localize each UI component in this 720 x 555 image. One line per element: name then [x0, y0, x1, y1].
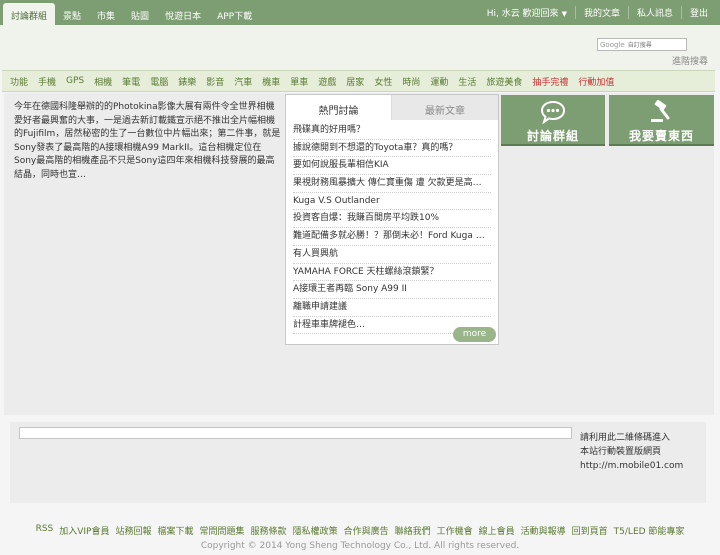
- category-item[interactable]: 遊戲: [318, 75, 336, 88]
- qr-note-line: 本站行動裝置版網頁: [580, 447, 662, 457]
- copyright: Copyright © 2014 Yong Sheng Technology C…: [200, 541, 520, 551]
- user-menu: Hi, 水云 歡迎回來 ▼ 我的文章 私人訊息 登出: [479, 0, 716, 25]
- qr-note: 請利用此二維條碼進入 本站行動裝置版網頁 http://m.mobile01.c…: [580, 431, 700, 473]
- top-nav-market[interactable]: 市集: [89, 3, 123, 25]
- lower-panel: 請利用此二維條碼進入 本站行動裝置版網頁 http://m.mobile01.c…: [10, 422, 706, 503]
- private-messages-link[interactable]: 私人訊息: [627, 6, 681, 19]
- category-item[interactable]: 汽車: [234, 75, 252, 88]
- top-bar: 討論群組 景點 市集 貼圖 悅遊日本 APP下載 Hi, 水云 歡迎回來 ▼ 我的…: [0, 0, 720, 25]
- forum-tabs: 熱門討論 最新文章: [286, 95, 498, 120]
- sell-label: 我要賣東西: [628, 129, 694, 143]
- footer-link[interactable]: 線上會員: [479, 524, 515, 540]
- category-item[interactable]: 電腦: [150, 75, 168, 88]
- topic-link[interactable]: Kuga V.S Outlander: [293, 193, 491, 211]
- category-item[interactable]: 生活: [458, 75, 476, 88]
- footer-link[interactable]: 合作與廣告: [344, 524, 389, 540]
- category-item[interactable]: 錶樂: [178, 75, 196, 88]
- topic-list: 飛碟真的好用嗎？ 據說德開到不想還的Toyota車？真的嗎？ 要如何說服長輩相信…: [286, 120, 498, 335]
- topic-link[interactable]: YAMAHA FORCE 天柱螺絲滾鎖緊？: [293, 264, 491, 282]
- tab-latest-posts[interactable]: 最新文章: [392, 95, 498, 120]
- footer-link-top[interactable]: 回到頁首: [572, 524, 608, 540]
- gavel-icon: [649, 99, 675, 127]
- footer-link-rss[interactable]: RSS: [36, 524, 54, 540]
- top-nav: 討論群組 景點 市集 貼圖 悅遊日本 APP下載: [3, 3, 260, 25]
- footer-link[interactable]: 常問問題集: [200, 524, 245, 540]
- footer-link[interactable]: 隱私權政策: [293, 524, 338, 540]
- footer-link[interactable]: 活動與報導: [521, 524, 566, 540]
- topic-link[interactable]: 要如何說服長輩相信KIA: [293, 157, 491, 176]
- category-item-mobile-value[interactable]: 行動加值: [578, 75, 614, 88]
- header: Google 自訂搜尋 進階搜尋: [0, 25, 720, 70]
- category-item[interactable]: 手機: [38, 75, 56, 88]
- category-item[interactable]: 時尚: [402, 75, 420, 88]
- category-item[interactable]: 運動: [430, 75, 448, 88]
- search-placeholder: 自訂搜尋: [627, 42, 652, 49]
- ad-slot: [19, 427, 572, 439]
- footer-link[interactable]: 站務回報: [116, 524, 152, 540]
- topic-link[interactable]: 離職申請建議: [293, 299, 491, 317]
- category-item[interactable]: 旅遊美食: [486, 75, 522, 88]
- footer-link[interactable]: 服務條款: [251, 524, 287, 540]
- google-logo: Google: [600, 40, 625, 49]
- category-item[interactable]: 功能: [10, 75, 28, 88]
- category-item[interactable]: 筆電: [122, 75, 140, 88]
- more-button[interactable]: more: [453, 327, 496, 342]
- top-nav-discussion[interactable]: 討論群組: [3, 3, 56, 25]
- discussion-group-label: 討論群組: [526, 129, 579, 143]
- category-item[interactable]: 影音: [206, 75, 224, 88]
- footer-link[interactable]: T5/LED 節能專家: [614, 524, 685, 540]
- category-item[interactable]: 相機: [94, 75, 112, 88]
- topic-link[interactable]: 有人買興航: [293, 246, 491, 264]
- user-greeting-text: Hi, 水云 歡迎回來: [486, 9, 559, 19]
- topic-link[interactable]: 果視財務風暴擴大 傳仁寶重傷 遭 欠款更是高…: [293, 175, 491, 193]
- mobile-url-link[interactable]: http://m.mobile01.com: [580, 459, 700, 473]
- category-item-promo[interactable]: 抽手完禮: [532, 75, 568, 88]
- sell-button[interactable]: 我要賣東西: [609, 95, 714, 146]
- top-nav-japan[interactable]: 悅遊日本: [157, 3, 209, 25]
- category-item[interactable]: 女性: [374, 75, 392, 88]
- topic-link[interactable]: 投資客自爆：我賺百間房平均跌10%: [293, 210, 491, 229]
- top-nav-app[interactable]: APP下載: [209, 3, 260, 25]
- logout-link[interactable]: 登出: [680, 6, 716, 19]
- chat-bubble-icon: [540, 100, 566, 127]
- category-item[interactable]: 機車: [262, 75, 280, 88]
- user-greeting[interactable]: Hi, 水云 歡迎回來 ▼: [479, 6, 575, 19]
- qr-note-line: 請利用此二維條碼進入: [580, 433, 671, 443]
- category-item[interactable]: 單車: [290, 75, 308, 88]
- advanced-search-link[interactable]: 進階搜尋: [672, 54, 708, 67]
- tab-hot-topics[interactable]: 熱門討論: [286, 95, 392, 120]
- top-nav-spots[interactable]: 景點: [55, 3, 89, 25]
- footer-link[interactable]: 工作機會: [437, 524, 473, 540]
- topic-link[interactable]: 難道配備多就必勝！？那倒未必！Ford Kuga …: [293, 228, 491, 246]
- topic-link[interactable]: 據說德開到不想還的Toyota車？真的嗎？: [293, 140, 491, 158]
- article-intro[interactable]: 今年在德國科隆舉辦的的Photokina影像大展有兩件令全世界相機愛好者最興奮的…: [14, 101, 282, 183]
- category-item[interactable]: GPS: [66, 76, 84, 86]
- footer-link[interactable]: 聯絡我們: [395, 524, 431, 540]
- search-input[interactable]: Google 自訂搜尋: [597, 38, 687, 51]
- topic-link[interactable]: A接環王者再臨 Sony A99 II: [293, 281, 491, 299]
- discussion-group-button[interactable]: 討論群組: [501, 95, 605, 146]
- footer-link[interactable]: 檔案下載: [158, 524, 194, 540]
- chevron-down-icon: ▼: [561, 10, 567, 18]
- top-nav-stickers[interactable]: 貼圖: [123, 3, 157, 25]
- forum-widget: 熱門討論 最新文章 飛碟真的好用嗎？ 據說德開到不想還的Toyota車？真的嗎？…: [285, 94, 499, 345]
- my-posts-link[interactable]: 我的文章: [574, 6, 628, 19]
- topic-link[interactable]: 飛碟真的好用嗎？: [293, 122, 491, 140]
- category-item[interactable]: 居家: [346, 75, 364, 88]
- footer-link[interactable]: 加入VIP會員: [59, 524, 109, 540]
- category-bar: 功能 手機 GPS 相機 筆電 電腦 錶樂 影音 汽車 機車 單車 遊戲 居家 …: [2, 70, 715, 92]
- footer-links: RSS 加入VIP會員 站務回報 檔案下載 常問問題集 服務條款 隱私權政策 合…: [0, 524, 720, 540]
